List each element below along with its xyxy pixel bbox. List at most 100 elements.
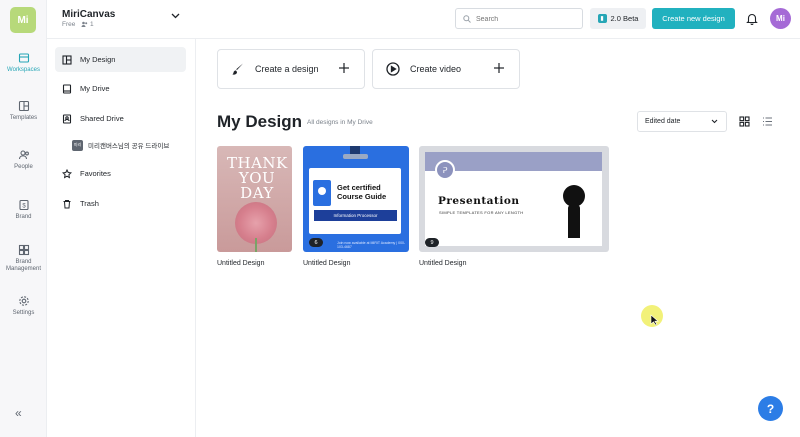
- workspace-name[interactable]: MiriCanvas: [62, 9, 115, 20]
- nav-label-trash: Trash: [80, 199, 99, 208]
- rail-item-brand-management[interactable]: Brand Management: [0, 244, 47, 273]
- thumbnail-art-tag: Information Processor: [314, 210, 397, 221]
- rail-label-settings: Settings: [12, 310, 35, 316]
- rail-item-templates[interactable]: Templates: [0, 100, 47, 122]
- play-icon: [386, 62, 400, 76]
- illustration-body: [568, 205, 580, 238]
- grid-view-icon[interactable]: [739, 116, 750, 127]
- create-video-button[interactable]: Create video: [372, 49, 520, 89]
- sort-dropdown[interactable]: Edited date: [637, 111, 727, 132]
- design-thumbnail[interactable]: Get certified Course Guide Information P…: [303, 146, 409, 252]
- create-a-design-button[interactable]: Create a design: [217, 49, 365, 89]
- my-design-icon: [62, 54, 72, 65]
- nav-item-my-drive[interactable]: My Drive: [55, 76, 186, 101]
- rail-label-people: People: [14, 164, 33, 170]
- design-title[interactable]: Untitled Design: [303, 260, 409, 267]
- help-button[interactable]: ?: [758, 396, 783, 421]
- rail-label-templates: Templates: [9, 115, 38, 121]
- collapse-rail-button[interactable]: «: [15, 406, 22, 420]
- slide-preview: ᕈ Presentation SIMPLE TEMPLATES FOR ANY …: [425, 152, 602, 246]
- design-card[interactable]: Get certified Course Guide Information P…: [303, 146, 409, 267]
- left-rail: Mi Workspaces Templates People $ Brand B…: [0, 0, 47, 437]
- create-a-design-label: Create a design: [255, 64, 319, 74]
- create-video-label: Create video: [410, 64, 462, 74]
- thumbnail-art-footer: Join now available at MIRIT Academy | 00…: [337, 241, 406, 249]
- page-subtitle: All designs in My Drive: [307, 119, 373, 126]
- nav-label-shared-drive: Shared Drive: [80, 114, 124, 123]
- bell-icon[interactable]: [746, 12, 758, 25]
- top-header: MiriCanvas Free 1 ▮ 2.0 Beta Create new …: [47, 0, 800, 39]
- avatar[interactable]: Mi: [770, 8, 791, 29]
- nav-label-my-drive: My Drive: [80, 84, 110, 93]
- rail-item-people[interactable]: People: [0, 149, 47, 171]
- nav-item-my-design[interactable]: My Design: [55, 47, 186, 72]
- sort-label: Edited date: [645, 118, 681, 125]
- page-count-badge: 6: [309, 238, 323, 247]
- thumbnail-art-title: Presentation: [438, 195, 520, 207]
- design-card[interactable]: THANK YOU DAY Untitled Design: [217, 146, 292, 267]
- page-title: My Design: [217, 112, 303, 131]
- shared-drive-badge: 미리: [72, 139, 83, 151]
- slide-logo-icon: ᕈ: [435, 160, 455, 180]
- svg-text:$: $: [22, 204, 26, 210]
- search-input[interactable]: [476, 12, 576, 26]
- side-nav: My Design My Drive Shared Drive 미리 미리캔버스…: [47, 39, 196, 437]
- rail-label-brand-management: Brand Management: [5, 259, 42, 272]
- beta-logo-icon: ▮: [597, 14, 607, 23]
- nav-item-shared-drive[interactable]: Shared Drive: [55, 106, 186, 131]
- gear-icon: [18, 296, 29, 306]
- shared-drive-subitem[interactable]: 미리 미리캔버스님의 공유 드라이브: [72, 138, 192, 152]
- chevron-down-icon[interactable]: [171, 13, 180, 19]
- rail-item-settings[interactable]: Settings: [0, 295, 47, 317]
- beta-button[interactable]: ▮ 2.0 Beta: [590, 8, 646, 29]
- brand-icon: $: [18, 199, 29, 211]
- rail-item-workspaces[interactable]: Workspaces: [0, 52, 47, 74]
- star-icon: [62, 168, 72, 178]
- list-view-icon[interactable]: [762, 116, 773, 127]
- thumbnail-art-title: Get certified Course Guide: [337, 183, 387, 201]
- trash-icon: [63, 199, 71, 208]
- thumbnail-art-sub: SIMPLE TEMPLATES FOR ANY LENGTH: [439, 210, 524, 215]
- members-icon: [81, 21, 88, 28]
- nav-label-my-design: My Design: [80, 55, 116, 64]
- workspaces-icon: [18, 53, 29, 63]
- main-content: Create a design Create video My Design A…: [197, 39, 800, 437]
- search-icon: [463, 15, 471, 23]
- person-icon: [313, 180, 331, 206]
- templates-icon: [18, 100, 29, 112]
- illustration-head: [563, 185, 585, 207]
- drive-icon: [62, 83, 72, 94]
- shared-drive-sub-label: 미리캔버스님의 공유 드라이브: [88, 143, 170, 150]
- people-icon: [18, 150, 29, 160]
- nav-label-favorites: Favorites: [80, 169, 111, 178]
- nav-item-trash[interactable]: Trash: [55, 191, 186, 216]
- brand-management-icon: [18, 244, 29, 256]
- page-count-badge: 9: [425, 238, 439, 247]
- shared-drive-icon: [62, 113, 72, 124]
- flower-stem: [255, 238, 257, 252]
- thumbnail-art-text: THANK YOU DAY: [227, 154, 288, 202]
- design-card[interactable]: ᕈ Presentation SIMPLE TEMPLATES FOR ANY …: [419, 146, 609, 267]
- beta-label: 2.0 Beta: [610, 14, 639, 23]
- design-thumbnail[interactable]: ᕈ Presentation SIMPLE TEMPLATES FOR ANY …: [419, 146, 609, 252]
- design-title[interactable]: Untitled Design: [217, 260, 292, 267]
- rail-label-brand: Brand: [15, 214, 32, 220]
- rail-label-workspaces: Workspaces: [7, 67, 40, 73]
- mouse-cursor-icon: [650, 314, 659, 326]
- chevron-down-icon: [711, 119, 718, 124]
- app-root: Mi Workspaces Templates People $ Brand B…: [0, 0, 800, 437]
- nav-item-favorites[interactable]: Favorites: [55, 161, 186, 186]
- design-title[interactable]: Untitled Design: [419, 260, 609, 267]
- workspace-plan: Free 1: [62, 21, 98, 28]
- design-thumbnail[interactable]: THANK YOU DAY: [217, 146, 292, 252]
- create-new-design-button[interactable]: Create new design: [652, 8, 735, 29]
- rail-item-brand[interactable]: $ Brand: [0, 199, 47, 221]
- search-box[interactable]: [455, 8, 583, 29]
- badge-slot: [343, 154, 368, 159]
- plus-icon: [494, 63, 504, 73]
- plus-icon: [339, 63, 349, 73]
- plan-label: Free: [62, 21, 76, 28]
- workspace-logo[interactable]: Mi: [10, 7, 36, 33]
- brush-icon: [232, 63, 243, 75]
- member-count: 1: [90, 21, 94, 28]
